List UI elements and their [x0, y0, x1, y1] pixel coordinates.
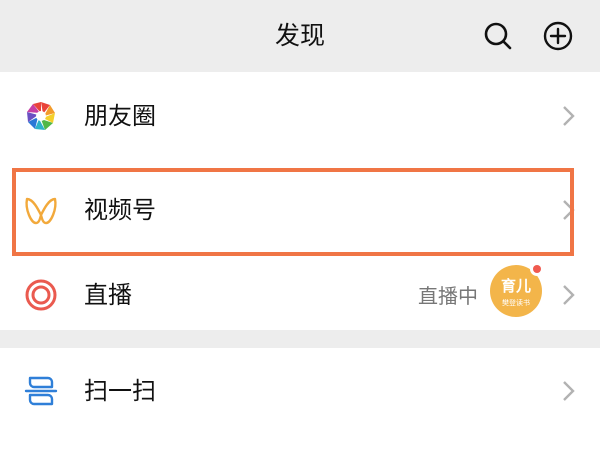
moments-aperture-icon: [24, 99, 58, 133]
chevron-right-icon: [560, 198, 576, 222]
avatar-text: 育儿: [500, 277, 531, 295]
cell-label-scan: 扫一扫: [84, 377, 156, 405]
live-badge-dot: [530, 262, 544, 276]
channels-butterfly-icon: [24, 193, 58, 227]
search-icon: [484, 22, 512, 50]
cell-channels[interactable]: 视频号: [0, 160, 600, 260]
top-bar: 发现: [0, 0, 600, 72]
cell-label-live: 直播: [84, 281, 132, 309]
cell-live[interactable]: 直播 直播中 育儿 樊登读书: [0, 260, 600, 330]
chevron-right-icon: [560, 283, 576, 307]
search-button[interactable]: [482, 20, 514, 52]
plus-circle-icon: [543, 21, 573, 51]
cell-label-channels: 视频号: [84, 196, 156, 224]
chevron-right-icon: [560, 104, 576, 128]
avatar-subtext: 樊登读书: [502, 299, 530, 307]
live-ring-icon: [24, 278, 58, 312]
cell-scan[interactable]: 扫一扫: [0, 348, 600, 434]
live-status-text: 直播中: [418, 284, 478, 308]
add-button[interactable]: [542, 20, 574, 52]
cell-label-moments: 朋友圈: [84, 102, 156, 130]
cell-moments[interactable]: 朋友圈: [0, 72, 600, 160]
cell-next-partial[interactable]: [0, 434, 600, 450]
scan-icon: [24, 374, 58, 408]
chevron-right-icon: [560, 379, 576, 403]
